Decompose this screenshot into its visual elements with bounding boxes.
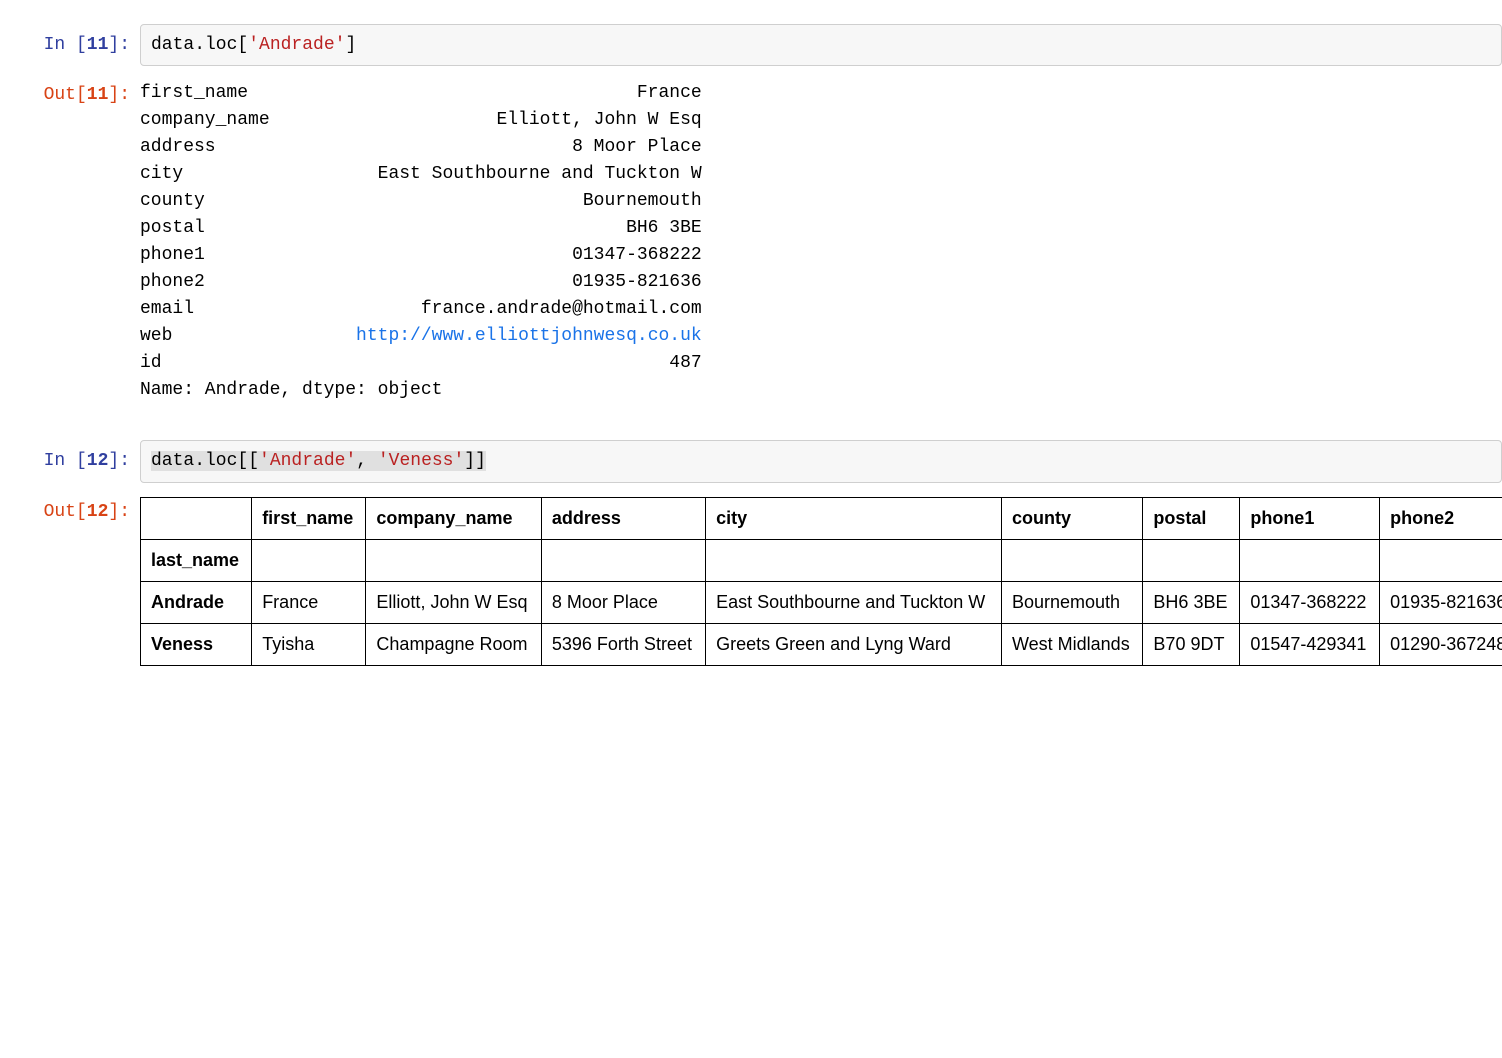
table-cell: 01290-367248	[1380, 624, 1502, 666]
in-prompt-11: In [11]:	[0, 24, 140, 57]
code-token: ]	[345, 35, 356, 55]
series-output-11: first_name France company_name Elliott, …	[140, 74, 1502, 414]
table-cell: East Southbourne and Tuckton W	[706, 581, 1002, 623]
table-row: VenessTyishaChampagne Room5396 Forth Str…	[141, 624, 1502, 666]
blank-header-cell	[1143, 539, 1240, 581]
in-prefix: In [	[44, 35, 87, 55]
code-string-token: 'Andrade'	[259, 451, 356, 471]
table-cell: Tyisha	[252, 624, 366, 666]
blank-header-cell	[541, 539, 705, 581]
cell-12-input: In [12]: data.loc[['Andrade', 'Veness']]	[0, 436, 1502, 486]
table-cell: Greets Green and Lyng Ward	[706, 624, 1002, 666]
blank-header-cell	[706, 539, 1002, 581]
index-name-row: last_name	[141, 539, 1502, 581]
table-cell: 8 Moor Place	[541, 581, 705, 623]
out-suffix: ]:	[108, 85, 130, 105]
blank-header-cell	[366, 539, 541, 581]
index-name-cell: last_name	[141, 539, 252, 581]
code-input-11[interactable]: data.loc['Andrade']	[140, 24, 1502, 66]
table-cell: Bournemouth	[1001, 581, 1142, 623]
out-prefix: Out[	[44, 502, 87, 522]
table-cell: Champagne Room	[366, 624, 541, 666]
table-cell: France	[252, 581, 366, 623]
in-suffix: ]:	[108, 451, 130, 471]
dataframe-table: first_namecompany_nameaddresscitycountyp…	[140, 497, 1502, 667]
column-header: postal	[1143, 497, 1240, 539]
code-string-token: 'Veness'	[378, 451, 464, 471]
code-token: data.loc[	[151, 35, 248, 55]
table-cell: 5396 Forth Street	[541, 624, 705, 666]
dataframe-output-12: first_namecompany_nameaddresscitycountyp…	[140, 491, 1502, 667]
table-cell: B70 9DT	[1143, 624, 1240, 666]
blank-header-cell	[1380, 539, 1502, 581]
cell-11-input: In [11]: data.loc['Andrade']	[0, 20, 1502, 70]
column-header-row: first_namecompany_nameaddresscitycountyp…	[141, 497, 1502, 539]
series-link[interactable]: http://www.elliottjohnwesq.co.uk	[356, 326, 702, 346]
out-prompt-12: Out[12]:	[0, 491, 140, 524]
in-number: 11	[87, 35, 109, 55]
column-header: address	[541, 497, 705, 539]
in-prefix: In [	[44, 451, 87, 471]
corner-cell	[141, 497, 252, 539]
out-prefix: Out[	[44, 85, 87, 105]
table-cell: 01547-429341	[1240, 624, 1380, 666]
in-prompt-12: In [12]:	[0, 440, 140, 473]
in-suffix: ]:	[108, 35, 130, 55]
table-cell: 01935-821636	[1380, 581, 1502, 623]
column-header: city	[706, 497, 1002, 539]
column-header: phone1	[1240, 497, 1380, 539]
column-header: county	[1001, 497, 1142, 539]
row-index-cell: Veness	[141, 624, 252, 666]
code-input-12[interactable]: data.loc[['Andrade', 'Veness']]	[140, 440, 1502, 482]
blank-header-cell	[1001, 539, 1142, 581]
blank-header-cell	[252, 539, 366, 581]
cell-11-output: Out[11]: first_name France company_name …	[0, 70, 1502, 418]
blank-header-cell	[1240, 539, 1380, 581]
column-header: phone2	[1380, 497, 1502, 539]
code-token: ,	[356, 451, 378, 471]
out-suffix: ]:	[108, 502, 130, 522]
column-header: first_name	[252, 497, 366, 539]
table-cell: 01347-368222	[1240, 581, 1380, 623]
table-row: AndradeFranceElliott, John W Esq8 Moor P…	[141, 581, 1502, 623]
in-number: 12	[87, 451, 109, 471]
table-cell: West Midlands	[1001, 624, 1142, 666]
table-cell: Elliott, John W Esq	[366, 581, 541, 623]
code-token: ]]	[464, 451, 486, 471]
out-prompt-11: Out[11]:	[0, 74, 140, 107]
code-string-token: 'Andrade'	[248, 35, 345, 55]
row-index-cell: Andrade	[141, 581, 252, 623]
table-cell: BH6 3BE	[1143, 581, 1240, 623]
cell-12-output: Out[12]: first_namecompany_nameaddressci…	[0, 487, 1502, 671]
out-number: 12	[87, 502, 109, 522]
out-number: 11	[87, 85, 109, 105]
code-token: data.loc[[	[151, 451, 259, 471]
column-header: company_name	[366, 497, 541, 539]
